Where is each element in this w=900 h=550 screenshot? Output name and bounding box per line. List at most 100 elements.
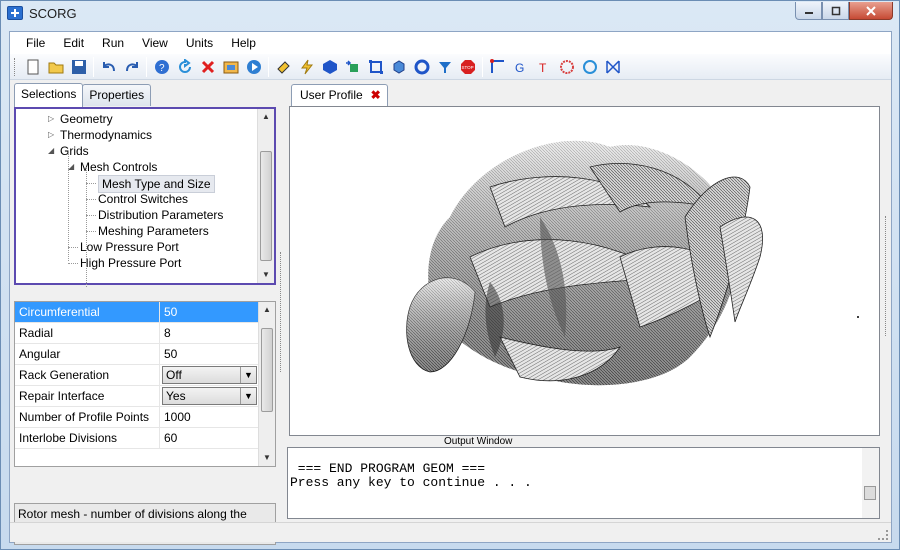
new-icon[interactable] bbox=[23, 57, 42, 76]
property-row[interactable]: Circumferential 50 bbox=[15, 302, 258, 323]
tree-connector bbox=[86, 167, 87, 287]
cube-icon[interactable] bbox=[389, 57, 408, 76]
tree-connector bbox=[68, 263, 78, 264]
property-value[interactable]: 50 bbox=[160, 344, 258, 364]
menu-run[interactable]: Run bbox=[94, 34, 132, 52]
menu-edit[interactable]: Edit bbox=[55, 34, 92, 52]
property-value[interactable]: 8 bbox=[160, 323, 258, 343]
tree-item[interactable]: High Pressure Port bbox=[16, 255, 258, 271]
menu-file[interactable]: File bbox=[18, 34, 53, 52]
tab-user-profile[interactable]: User Profile ✖ bbox=[291, 84, 388, 106]
property-dropdown[interactable]: Yes ▼ bbox=[162, 387, 257, 405]
tab-selections[interactable]: Selections bbox=[14, 83, 84, 107]
screenshot-icon[interactable] bbox=[221, 57, 240, 76]
property-row[interactable]: Radial 8 bbox=[15, 323, 258, 344]
bowtie-icon[interactable] bbox=[603, 57, 622, 76]
property-row[interactable]: Number of Profile Points 1000 bbox=[15, 407, 258, 428]
output-window[interactable]: === END PROGRAM GEOM === Press any key to… bbox=[287, 447, 880, 519]
pencil-icon[interactable] bbox=[274, 57, 293, 76]
tree-connector bbox=[86, 199, 96, 200]
tree-item[interactable]: ▷ Geometry bbox=[16, 111, 258, 127]
lightning-icon[interactable] bbox=[297, 57, 316, 76]
dropdown-value: Off bbox=[166, 368, 182, 382]
tree-item[interactable]: ◢ Mesh Controls bbox=[16, 159, 258, 175]
tree-item[interactable]: Distribution Parameters bbox=[16, 207, 258, 223]
ring-icon[interactable] bbox=[412, 57, 431, 76]
vertical-splitter[interactable] bbox=[280, 252, 284, 372]
hatch-icon[interactable] bbox=[557, 57, 576, 76]
scroll-up-icon[interactable]: ▲ bbox=[258, 109, 274, 125]
output-scroll-thumb[interactable] bbox=[864, 486, 876, 500]
minimize-button[interactable] bbox=[795, 2, 822, 20]
tree-item[interactable]: ◢ Grids bbox=[16, 143, 258, 159]
stop-icon[interactable]: STOP bbox=[458, 57, 477, 76]
output-scrollbar[interactable] bbox=[862, 448, 879, 518]
chevron-down-icon[interactable]: ▼ bbox=[240, 367, 256, 383]
tree-item-label: Thermodynamics bbox=[60, 128, 153, 142]
toolbar-grip[interactable] bbox=[14, 57, 17, 76]
title-bar[interactable]: SCORG bbox=[1, 1, 899, 27]
open-folder-icon[interactable] bbox=[46, 57, 65, 76]
g-icon[interactable]: G bbox=[511, 57, 530, 76]
scroll-down-icon[interactable]: ▼ bbox=[259, 450, 275, 466]
tree-item[interactable]: Meshing Parameters bbox=[16, 223, 258, 239]
refresh-icon[interactable] bbox=[175, 57, 194, 76]
property-value[interactable]: Yes ▼ bbox=[160, 386, 258, 406]
property-row[interactable]: Rack Generation Off ▼ bbox=[15, 365, 258, 386]
play-icon[interactable] bbox=[244, 57, 263, 76]
undo-icon[interactable] bbox=[99, 57, 118, 76]
solid-icon[interactable] bbox=[320, 57, 339, 76]
help-icon[interactable]: ? bbox=[152, 57, 171, 76]
property-row[interactable]: Angular 50 bbox=[15, 344, 258, 365]
property-value[interactable]: 50 bbox=[160, 302, 258, 322]
menu-view[interactable]: View bbox=[134, 34, 176, 52]
right-splitter[interactable] bbox=[882, 106, 891, 436]
close-tab-icon[interactable]: ✖ bbox=[371, 88, 381, 102]
menu-units[interactable]: Units bbox=[178, 34, 221, 52]
props-scrollbar[interactable]: ▲ ▼ bbox=[258, 302, 275, 466]
grid-arrows-icon[interactable] bbox=[343, 57, 362, 76]
tree-item-label: Control Switches bbox=[98, 192, 189, 206]
property-value[interactable]: 1000 bbox=[160, 407, 258, 427]
property-dropdown[interactable]: Off ▼ bbox=[162, 366, 257, 384]
props-scroll-thumb[interactable] bbox=[261, 328, 273, 412]
tree-connector bbox=[86, 231, 96, 232]
curve-icon[interactable] bbox=[488, 57, 507, 76]
tree-item-label: Grids bbox=[60, 144, 89, 158]
scroll-up-icon[interactable]: ▲ bbox=[259, 302, 275, 318]
collapse-icon[interactable]: ◢ bbox=[48, 143, 54, 159]
chevron-down-icon[interactable]: ▼ bbox=[240, 388, 256, 404]
tree-scrollbar[interactable]: ▲ ▼ bbox=[257, 109, 274, 283]
t-icon[interactable]: T bbox=[534, 57, 553, 76]
property-name: Rack Generation bbox=[15, 365, 160, 385]
tree-item[interactable]: Low Pressure Port bbox=[16, 239, 258, 255]
tree-item[interactable]: Control Switches bbox=[16, 191, 258, 207]
expand-icon[interactable]: ▷ bbox=[48, 127, 54, 143]
toolbar-separator bbox=[482, 56, 483, 77]
tree-item[interactable]: Mesh Type and Size bbox=[16, 175, 258, 193]
property-value[interactable]: 60 bbox=[160, 428, 258, 448]
property-row[interactable]: Repair Interface Yes ▼ bbox=[15, 386, 258, 407]
circle-icon[interactable] bbox=[580, 57, 599, 76]
scroll-down-icon[interactable]: ▼ bbox=[258, 267, 274, 283]
rotor-mesh-render bbox=[406, 140, 859, 386]
tree-item[interactable]: ▷ Thermodynamics bbox=[16, 127, 258, 143]
maximize-button[interactable] bbox=[822, 2, 849, 20]
save-icon[interactable] bbox=[69, 57, 88, 76]
resize-grip-icon[interactable] bbox=[878, 530, 888, 540]
menu-help[interactable]: Help bbox=[223, 34, 264, 52]
redo-icon[interactable] bbox=[122, 57, 141, 76]
tree-connector bbox=[68, 151, 69, 261]
tab-properties[interactable]: Properties bbox=[82, 84, 152, 106]
property-value[interactable]: Off ▼ bbox=[160, 365, 258, 385]
expand-icon[interactable]: ▷ bbox=[48, 111, 54, 127]
funnel-icon[interactable] bbox=[435, 57, 454, 76]
delete-icon[interactable] bbox=[198, 57, 217, 76]
property-row[interactable]: Interlobe Divisions 60 bbox=[15, 428, 258, 449]
tree-item-label: Mesh Controls bbox=[80, 160, 158, 174]
doc-tab-label: User Profile bbox=[300, 88, 363, 102]
close-button[interactable] bbox=[849, 2, 893, 20]
3d-viewport[interactable] bbox=[289, 106, 880, 436]
bounding-box-icon[interactable] bbox=[366, 57, 385, 76]
tree-scroll-thumb[interactable] bbox=[260, 151, 272, 261]
